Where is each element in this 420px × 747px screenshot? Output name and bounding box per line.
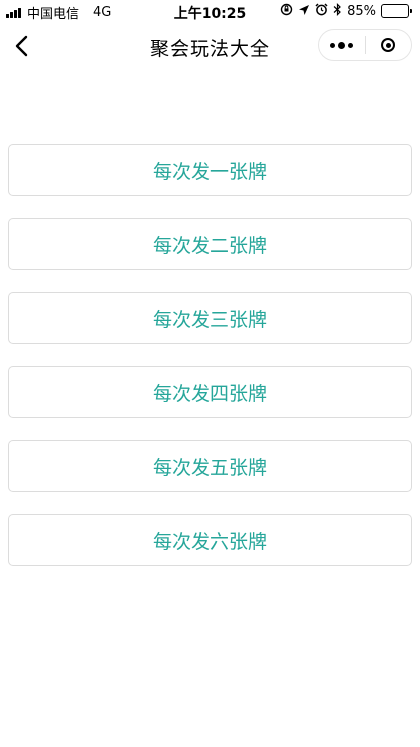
- option-button-4[interactable]: 每次发四张牌: [8, 366, 412, 418]
- miniprogram-capsule: [318, 29, 412, 61]
- option-button-5[interactable]: 每次发五张牌: [8, 440, 412, 492]
- option-button-6[interactable]: 每次发六张牌: [8, 514, 412, 566]
- battery-percent: 85%: [347, 3, 376, 19]
- battery-icon: [381, 4, 412, 18]
- option-button-1[interactable]: 每次发一张牌: [8, 144, 412, 196]
- more-icon-dot: [348, 42, 354, 48]
- option-list: 每次发一张牌 每次发二张牌 每次发三张牌 每次发四张牌 每次发五张牌 每次发六张…: [8, 144, 412, 588]
- more-button[interactable]: [319, 30, 365, 60]
- orientation-lock-icon: [280, 3, 293, 19]
- status-bar: 中国电信 4G 上午10:25 85%: [0, 0, 420, 24]
- nav-bar: 聚会玩法大全: [0, 24, 420, 68]
- more-icon: [330, 42, 336, 48]
- more-icon-dot: [338, 41, 346, 49]
- close-miniprogram-button[interactable]: [365, 30, 411, 60]
- location-icon: [298, 4, 310, 19]
- bluetooth-icon: [333, 3, 342, 19]
- option-button-3[interactable]: 每次发三张牌: [8, 292, 412, 344]
- option-button-2[interactable]: 每次发二张牌: [8, 218, 412, 270]
- alarm-icon: [315, 3, 328, 19]
- status-right: 85%: [280, 3, 412, 19]
- close-miniprogram-icon: [381, 38, 396, 52]
